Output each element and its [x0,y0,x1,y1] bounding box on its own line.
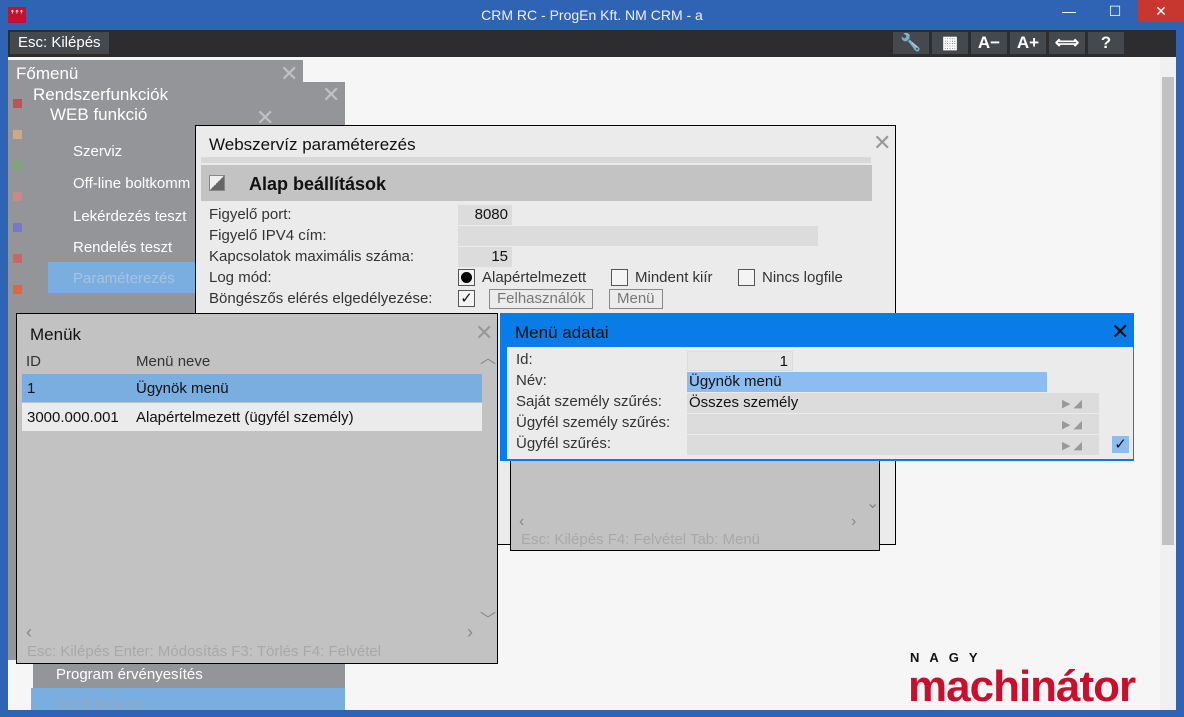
menu-item-szerviz[interactable]: Szerviz [73,143,122,160]
chevron-down-icon[interactable]: ⌄ [866,493,879,513]
chevron-right-icon[interactable]: › [467,622,473,643]
users-button[interactable]: Felhasználók [489,289,594,309]
dialog-title: Webszervíz paraméterezés [209,135,416,154]
ip-label: Figyelő IPV4 cím: [209,227,327,244]
client-filter-select[interactable] [687,435,1099,455]
log-default-radio[interactable] [458,269,475,286]
chevron-down-icon[interactable]: ﹀ [480,606,496,630]
client-filter-checkbox[interactable]: ✓ [1112,436,1129,453]
client-person-filter-select[interactable] [687,414,1099,434]
grid-icon[interactable]: ▦ [932,32,968,54]
title-bar: ꜛꜛꜛ CRM RC - ProgEn Kft. NM CRM - a — ☐ … [0,0,1184,30]
footer-hints: Esc: Kilépés Enter: Módosítás F3: Törlés… [27,643,382,660]
menu-item-program-validation[interactable]: Program érvényesítés [56,666,203,683]
log-default-label: Alapértelmezett [482,269,587,286]
menu-item-query-test[interactable]: Lekérdezés teszt [73,208,186,225]
menu-button[interactable]: Menü [609,289,663,309]
menus-dialog: Menük ✕ ID Menü neve ︿ 1 Ügynök menü 300… [16,313,498,664]
menu-item-web-function[interactable]: WEB funkció [31,688,345,710]
row-name: Ügynök menü [136,380,229,397]
esc-exit-button[interactable]: Esc: Kilépés [10,32,109,54]
menu-item-parameters[interactable]: Paraméterezés [48,262,195,293]
wrench-icon[interactable]: 🔧 [893,32,929,54]
font-decrease-icon[interactable]: A− [971,32,1007,54]
dialog-title: Menü adatai [515,323,609,342]
close-icon[interactable]: ✕ [873,132,891,154]
port-input[interactable]: 8080 [458,205,512,225]
system-functions-title: Rendszerfunkciók [33,85,169,104]
chevron-left-icon[interactable]: ‹ [519,513,524,531]
log-all-label: Mindent kiír [635,269,713,286]
column-header-id[interactable]: ID [26,353,41,370]
own-filter-label: Saját személy szűrés: [516,393,662,410]
log-none-radio[interactable] [738,269,755,286]
id-input[interactable]: 1 [687,351,793,371]
logo-brand: machinátor [908,662,1136,710]
font-increase-icon[interactable]: A+ [1010,32,1046,54]
port-label: Figyelő port: [209,206,292,223]
close-icon[interactable]: ✕ [322,84,340,106]
chevron-left-icon[interactable]: ‹ [26,622,32,643]
help-icon[interactable]: ? [1088,32,1124,54]
column-header-name[interactable]: Menü neve [136,353,210,370]
chevron-right-icon[interactable]: › [851,513,856,531]
name-label: Név: [516,372,547,389]
close-icon[interactable]: ✕ [1111,319,1129,345]
menu-icons-column [13,95,23,295]
browser-access-label: Böngészős elérés elgedélyezése: [209,290,433,307]
ip-input[interactable] [458,226,818,246]
table-row[interactable]: 3000.000.001 Alapértelmezett (ügyfél sze… [22,403,482,431]
main-menu-title: Főmenü [16,64,79,83]
maximize-button[interactable]: ☐ [1092,0,1138,22]
minimize-button[interactable]: — [1046,0,1092,22]
row-id: 3000.000.001 [27,409,119,426]
section-title: Alap beállítások [249,174,387,194]
maxconn-label: Kapcsolatok maximális száma: [209,248,415,265]
window-title: CRM RC - ProgEn Kft. NM CRM - a [481,7,703,23]
menu-detail-dialog: Menü adatai ✕ Id: 1 Név: Ügynök menü Saj… [500,313,1134,461]
resize-icon[interactable]: ⟺ [1049,32,1085,54]
footer-hints: Esc: Kilépés F4: Felvétel Tab: Menü [521,531,761,548]
bottom-menu: Program érvényesítés [33,660,345,688]
row-name: Alapértelmezett (ügyfél személy) [136,409,354,426]
close-button[interactable]: ✕ [1138,0,1184,22]
row-id: 1 [27,380,36,397]
workspace: Főmenü ✕ Rendszerfunkciók ✕ WEB funkció … [8,57,1176,710]
log-all-radio[interactable] [611,269,628,286]
section-header[interactable]: Alap beállítások [201,165,872,201]
menu-item-offline[interactable]: Off-line boltkomm [73,175,190,192]
dropdown-arrows[interactable]: ▶ ◢ ▶ ◢ ▶ ◢ [1062,394,1082,457]
client-person-filter-label: Ügyfél személy szűrés: [516,414,671,431]
scrollbar-thumb[interactable] [1162,77,1174,545]
close-icon[interactable]: ✕ [475,322,493,344]
table-row[interactable]: 1 Ügynök menü [22,374,482,402]
own-filter-select[interactable]: Összes személy [687,393,1099,413]
browser-access-checkbox[interactable]: ✓ [458,290,475,307]
dialog-title: Menük [30,325,82,344]
menu-list-behind: ⌄ ‹ › Esc: Kilépés F4: Felvétel Tab: Men… [510,457,880,551]
chevron-up-icon[interactable]: ︿ [480,344,496,368]
id-label: Id: [516,351,533,368]
name-input[interactable]: Ügynök menü [687,372,1047,392]
collapse-icon[interactable] [209,175,225,191]
web-function-title: WEB funkció [50,105,148,124]
close-icon[interactable]: ✕ [280,63,298,85]
menu-item-order-test[interactable]: Rendelés teszt [73,239,172,256]
toolbar: Esc: Kilépés 🔧 ▦ A− A+ ⟺ ? [8,30,1176,57]
maxconn-input[interactable]: 15 [458,247,512,267]
log-none-label: Nincs logfile [762,269,843,286]
log-mode-label: Log mód: [209,269,272,286]
client-filter-label: Ügyfél szűrés: [516,435,612,452]
